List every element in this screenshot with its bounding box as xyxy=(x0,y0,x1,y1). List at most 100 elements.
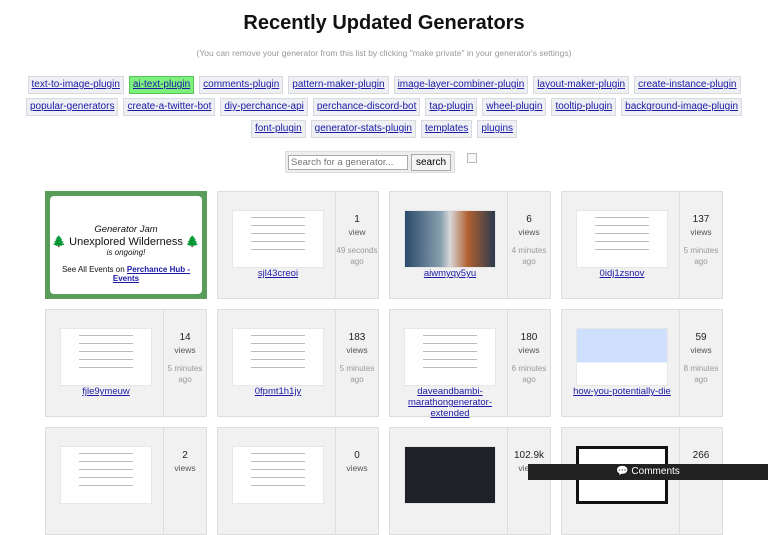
thumbnail-line xyxy=(595,233,649,234)
tag-image-layer-combiner-plugin[interactable]: image-layer-combiner-plugin xyxy=(393,76,529,94)
generator-stats: 137 views 5 minutes ago xyxy=(679,192,722,298)
generator-card[interactable]: 0idj1zsnov 137 views 5 minutes ago xyxy=(561,191,723,299)
view-count: 266 xyxy=(692,450,710,461)
view-unit: view xyxy=(348,227,366,237)
tag-text-to-image-plugin[interactable]: text-to-image-plugin xyxy=(27,76,124,94)
generator-thumbnail[interactable] xyxy=(576,210,668,268)
generator-name-link[interactable]: daveandbambi-marathongenerator-extended xyxy=(394,386,506,419)
thumbnail-line xyxy=(79,485,133,486)
generator-name-link[interactable]: 0fpmt1h1jy xyxy=(222,386,334,397)
thumbnail-line xyxy=(251,367,305,368)
view-unit: views xyxy=(518,345,540,355)
search-button[interactable]: search xyxy=(411,153,452,171)
generator-thumbnail[interactable] xyxy=(576,328,668,386)
thumbnail-line xyxy=(79,335,133,336)
updated-ago: 5 minutes ago xyxy=(683,246,719,266)
generator-name-link[interactable]: sjl43creoi xyxy=(222,268,334,279)
tag-plugins[interactable]: plugins xyxy=(477,120,518,138)
updated-ago: 5 minutes ago xyxy=(339,364,375,384)
tag-diy-perchance-api[interactable]: diy-perchance-api xyxy=(220,98,308,116)
generator-jam-banner[interactable]: Generator Jam 🌲 Unexplored Wilderness 🌲 … xyxy=(45,191,207,299)
thumbnail-line xyxy=(251,485,305,486)
jam-events-text: See All Events on Perchance Hub - Events xyxy=(61,265,191,283)
generator-name-link[interactable]: how-you-potentially-die xyxy=(566,386,678,397)
search-input[interactable] xyxy=(288,154,408,170)
tag-generator-stats-plugin[interactable]: generator-stats-plugin xyxy=(310,120,416,138)
tag-comments-plugin[interactable]: comments-plugin xyxy=(199,76,284,94)
tag-list: text-to-image-plugin ai-text-plugin commen… xyxy=(16,76,752,138)
tag-wheel-plugin[interactable]: wheel-plugin xyxy=(482,98,547,116)
view-unit: views xyxy=(174,345,196,355)
generator-card[interactable]: 2 views xyxy=(45,427,207,535)
view-count: 180 xyxy=(520,332,538,343)
generator-stats: 183 views 5 minutes ago xyxy=(335,310,378,416)
generator-stats: 14 views 5 minutes ago xyxy=(163,310,206,416)
view-unit: views xyxy=(174,463,196,473)
tag-create-a-twitter-bot[interactable]: create-a-twitter-bot xyxy=(123,98,216,116)
thumbnail-line xyxy=(251,217,305,218)
generator-thumbnail[interactable] xyxy=(232,446,324,504)
generator-thumbnail[interactable] xyxy=(404,328,496,386)
tag-tooltip-plugin[interactable]: tooltip-plugin xyxy=(551,98,617,116)
tag-perchance-discord-bot[interactable]: perchance-discord-bot xyxy=(312,98,421,116)
tag-layout-maker-plugin[interactable]: layout-maker-plugin xyxy=(533,76,630,94)
thumbnail-line xyxy=(79,477,133,478)
generator-card[interactable]: 102.9kviews xyxy=(389,427,551,535)
tag-popular-generators[interactable]: popular-generators xyxy=(25,98,119,116)
tag-ai-text-plugin[interactable]: ai-text-plugin xyxy=(128,76,195,94)
tag-font-plugin[interactable]: font-plugin xyxy=(250,120,306,138)
generator-stats: 180 views 6 minutes ago xyxy=(507,310,550,416)
tag-tap-plugin[interactable]: tap-plugin xyxy=(425,98,478,116)
generator-stats: 6 views 4 minutes ago xyxy=(507,192,550,298)
generator-thumbnail[interactable] xyxy=(60,328,152,386)
generator-card[interactable]: how-you-potentially-die 59 views 8 minutes … xyxy=(561,309,723,417)
generator-thumbnail[interactable] xyxy=(404,210,496,268)
thumbnail-line xyxy=(423,351,477,352)
jam-theme: 🌲 Unexplored Wilderness 🌲 xyxy=(52,236,200,248)
generator-card[interactable]: aiwmyqy5yu 6 views 4 minutes ago xyxy=(389,191,551,299)
tag-pattern-maker-plugin[interactable]: pattern-maker-plugin xyxy=(288,76,389,94)
generator-card[interactable]: 0 views xyxy=(217,427,379,535)
updated-ago: 8 minutes ago xyxy=(683,364,719,384)
view-count: 0 xyxy=(354,450,360,461)
generator-thumbnail[interactable] xyxy=(232,328,324,386)
generator-stats: 0 views xyxy=(335,428,378,534)
generator-card[interactable]: 266views xyxy=(561,427,723,535)
thumbnail-line xyxy=(251,241,305,242)
thumbnail-line xyxy=(79,359,133,360)
thumbnail-line xyxy=(251,233,305,234)
comments-bar[interactable]: 💬 Comments xyxy=(528,464,768,480)
thumbnail-line xyxy=(79,367,133,368)
thumbnail-line xyxy=(251,359,305,360)
generator-thumbnail[interactable] xyxy=(404,446,496,504)
thumbnail-line xyxy=(79,343,133,344)
generator-thumbnail[interactable] xyxy=(232,210,324,268)
updated-ago: 49 seconds ago xyxy=(336,246,378,266)
generator-thumbnail[interactable] xyxy=(60,446,152,504)
tag-background-image-plugin[interactable]: background-image-plugin xyxy=(621,98,743,116)
generator-card[interactable]: 0fpmt1h1jy 183 views 5 minutes ago xyxy=(217,309,379,417)
view-count: 59 xyxy=(695,332,707,343)
thumbnail-line xyxy=(423,335,477,336)
view-count: 14 xyxy=(179,332,191,343)
thumbnail-line xyxy=(251,453,305,454)
thumbnail-line xyxy=(595,225,649,226)
generator-stats: 2 views xyxy=(163,428,206,534)
generator-stats: 102.9kviews xyxy=(507,428,550,534)
generator-card[interactable]: fjle9ymeuw 14 views 5 minutes ago xyxy=(45,309,207,417)
view-unit: views xyxy=(690,227,712,237)
thumbnail-line xyxy=(595,241,649,242)
generator-card[interactable]: sjl43creoi 1 view 49 seconds ago xyxy=(217,191,379,299)
generator-name-link[interactable]: 0idj1zsnov xyxy=(566,268,678,279)
generator-stats: 266views xyxy=(679,428,722,534)
thumbnail-line xyxy=(79,461,133,462)
generator-name-link[interactable]: aiwmyqy5yu xyxy=(394,268,506,279)
thumbnail-line xyxy=(595,217,649,218)
tag-create-instance-plugin[interactable]: create-instance-plugin xyxy=(634,76,741,94)
tag-templates[interactable]: templates xyxy=(420,120,473,138)
view-count: 1 xyxy=(354,214,360,225)
view-count: 137 xyxy=(692,214,710,225)
generator-card[interactable]: daveandbambi-marathongenerator-extended 1… xyxy=(389,309,551,419)
thumbnail-line xyxy=(251,249,305,250)
generator-name-link[interactable]: fjle9ymeuw xyxy=(50,386,162,397)
